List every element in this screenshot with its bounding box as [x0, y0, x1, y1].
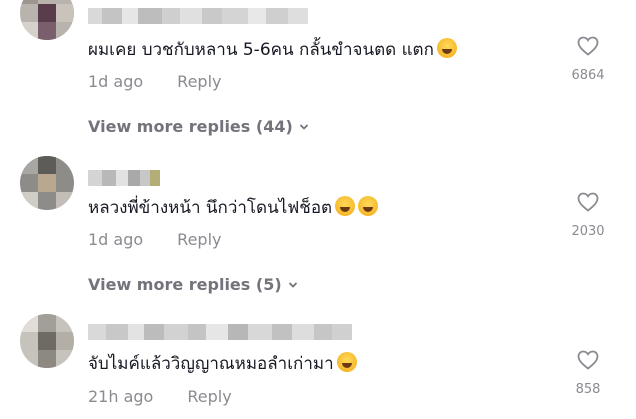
grinning-squinting-face-icon — [358, 196, 379, 216]
reply-button[interactable]: Reply — [177, 72, 221, 91]
grinning-squinting-face-icon — [335, 196, 356, 216]
like-count: 858 — [575, 382, 601, 397]
comment-meta: 1d ago Reply — [88, 72, 221, 91]
comment-timestamp: 21h ago — [88, 387, 154, 406]
grinning-squinting-face-icon — [436, 38, 457, 58]
view-more-label: View more replies (5) — [88, 275, 282, 294]
comment-timestamp: 1d ago — [88, 230, 144, 249]
reply-button[interactable]: Reply — [177, 230, 221, 249]
avatar[interactable] — [20, 314, 74, 368]
comment-text: จับไมค์แล้ววิญญาณหมอลำเก่ามา — [88, 350, 357, 377]
like-button[interactable]: 6864 — [558, 34, 618, 83]
like-count: 2030 — [571, 224, 605, 239]
comment-meta: 1d ago Reply — [88, 230, 221, 249]
reply-button[interactable]: Reply — [187, 387, 231, 406]
username-pixelated[interactable] — [88, 324, 352, 340]
comment-meta: 21h ago Reply — [88, 387, 232, 406]
heart-outline-icon — [577, 36, 599, 56]
like-button[interactable]: 858 — [558, 348, 618, 397]
username-pixelated[interactable] — [88, 8, 308, 24]
comment-text-body: จับไมค์แล้ววิญญาณหมอลำเก่ามา — [88, 354, 334, 374]
username-pixelated[interactable] — [88, 170, 160, 186]
comment-text-body: หลวงพี่ข้างหน้า นึกว่าโดนไฟช็อต — [88, 198, 333, 218]
avatar[interactable] — [20, 156, 74, 210]
heart-outline-icon — [577, 192, 599, 212]
chevron-down-icon — [299, 123, 308, 130]
chevron-down-icon — [288, 281, 297, 288]
like-button[interactable]: 2030 — [558, 190, 618, 239]
comment-text: หลวงพี่ข้างหน้า นึกว่าโดนไฟช็อต — [88, 194, 379, 221]
view-more-label: View more replies (44) — [88, 117, 293, 136]
heart-outline-icon — [577, 350, 599, 370]
comment-text: ผมเคย บวชกับหลาน 5-6คน กลั้นขำจนตด แตก — [88, 36, 457, 63]
like-count: 6864 — [571, 68, 605, 83]
comment-text-body: ผมเคย บวชกับหลาน 5-6คน กลั้นขำจนตด แตก — [88, 40, 434, 60]
comment-timestamp: 1d ago — [88, 72, 144, 91]
grinning-sweat-face-icon — [336, 352, 357, 372]
avatar[interactable] — [20, 0, 74, 40]
view-more-replies[interactable]: View more replies (5) — [88, 275, 298, 294]
view-more-replies[interactable]: View more replies (44) — [88, 117, 309, 136]
